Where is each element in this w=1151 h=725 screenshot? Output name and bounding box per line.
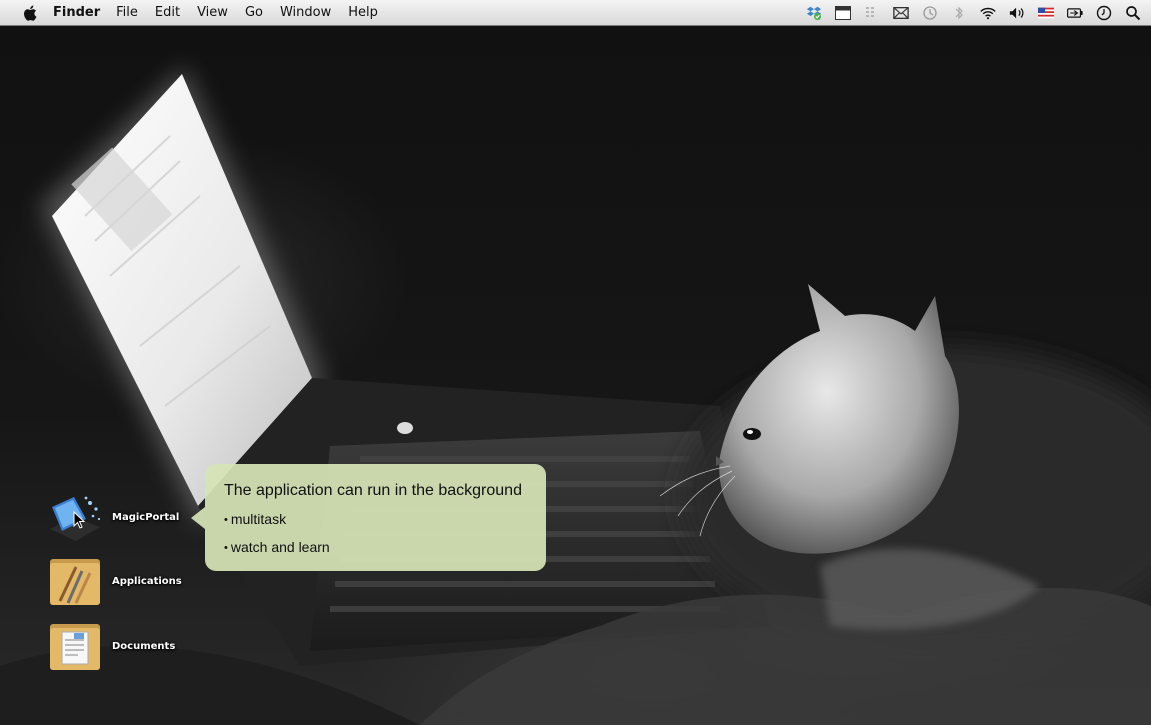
callout-item: • multitask (224, 506, 528, 534)
tooltip-callout: The application can run in the backgroun… (191, 464, 546, 571)
menu-go[interactable]: Go (245, 5, 263, 20)
desktop-icon-label: Documents (112, 640, 176, 652)
callout-item-text: watch and learn (230, 539, 330, 555)
bluetooth-icon[interactable] (951, 5, 967, 21)
menu-window[interactable]: Window (280, 5, 331, 20)
menu-edit[interactable]: Edit (155, 5, 180, 20)
documents-folder-icon (50, 624, 100, 670)
spotlight-icon[interactable] (1125, 5, 1141, 21)
battery-icon[interactable] (1067, 5, 1083, 21)
desktop-icon-applications[interactable]: Applications (46, 553, 186, 609)
bullet-icon: • (224, 514, 228, 526)
desktop-icon-label: Applications (112, 575, 182, 587)
menu-file[interactable]: File (116, 5, 138, 20)
flag-us-icon[interactable] (1038, 5, 1054, 21)
callout-list: • multitask • watch and learn (224, 506, 528, 562)
wifi-icon[interactable] (980, 5, 996, 21)
menu-bar-left: Finder File Edit View Go Window Help (0, 4, 395, 22)
desktop-icon-label: MagicPortal (112, 511, 180, 523)
clock-icon[interactable] (1096, 5, 1112, 21)
menu-view[interactable]: View (197, 5, 228, 20)
bullet-icon: • (224, 542, 228, 554)
apple-menu-icon[interactable] (22, 4, 40, 22)
volume-icon[interactable] (1009, 5, 1025, 21)
time-machine-icon[interactable] (922, 5, 938, 21)
callout-item: • watch and learn (224, 534, 528, 562)
desktop-icon-documents[interactable]: Documents (46, 618, 186, 674)
menu-bar: Finder File Edit View Go Window Help (0, 0, 1151, 26)
menu-help[interactable]: Help (348, 5, 378, 20)
desktop-icon-magicportal[interactable]: MagicPortal (46, 489, 186, 545)
columns-icon[interactable] (864, 5, 880, 21)
mail-icon[interactable] (893, 5, 909, 21)
calendar-icon[interactable] (835, 5, 851, 21)
callout-title: The application can run in the backgroun… (224, 482, 522, 499)
callout-item-text: multitask (230, 511, 287, 527)
applications-folder-icon (50, 559, 100, 605)
menu-app-name[interactable]: Finder (53, 5, 100, 20)
mouse-cursor-icon (73, 511, 85, 529)
dropbox-icon[interactable] (806, 5, 822, 21)
status-menus (806, 0, 1141, 25)
